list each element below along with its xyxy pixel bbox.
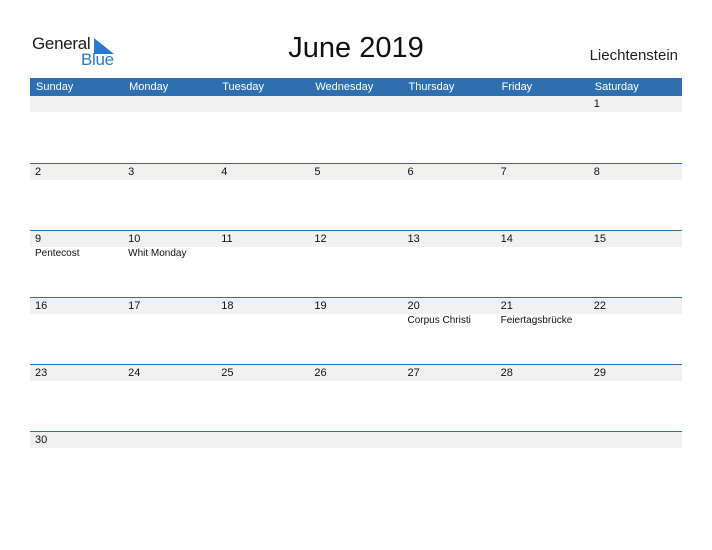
- holiday-label: Whit Monday: [128, 248, 187, 259]
- day-cell: 11: [216, 231, 309, 291]
- day-number: 4: [221, 166, 228, 178]
- day-cell: 3: [123, 164, 216, 224]
- holiday-label: Feiertagsbrücke: [500, 315, 573, 326]
- holiday-label: Corpus Christi: [407, 315, 471, 326]
- day-number: 16: [35, 300, 48, 312]
- day-cell: 14: [496, 231, 589, 291]
- day-cell: 23: [30, 365, 123, 425]
- day-cell: 26: [309, 365, 402, 425]
- day-cell: [496, 432, 589, 492]
- week-row: 23 24 25 26 27 28 29: [30, 364, 682, 432]
- weekday-monday: Monday: [129, 81, 169, 93]
- day-cell: 17: [123, 298, 216, 358]
- day-cell: 15: [589, 231, 682, 291]
- day-cell: 20 Corpus Christi: [403, 298, 496, 358]
- weekday-thursday: Thursday: [408, 81, 455, 93]
- day-cell: 29: [589, 365, 682, 425]
- day-cell: [216, 96, 309, 156]
- week-cells: 23 24 25 26 27 28 29: [30, 365, 682, 425]
- day-number: 9: [35, 233, 42, 245]
- day-cell: 28: [496, 365, 589, 425]
- day-cell: 12: [309, 231, 402, 291]
- week-cells: 2 3 4 5 6 7 8: [30, 164, 682, 224]
- weekday-sunday: Sunday: [36, 81, 74, 93]
- week-cells: 1: [30, 96, 682, 156]
- day-cell: 5: [309, 164, 402, 224]
- holiday-label: Pentecost: [35, 248, 80, 259]
- week-row: 1: [30, 96, 682, 163]
- day-number: 1: [593, 98, 600, 110]
- day-cell: 1: [589, 96, 682, 156]
- day-cell: 25: [216, 365, 309, 425]
- day-cell: [403, 96, 496, 156]
- day-cell: [496, 96, 589, 156]
- day-number: 10: [128, 233, 141, 245]
- day-cell: 4: [216, 164, 309, 224]
- day-number: 23: [35, 367, 48, 379]
- day-number: 25: [221, 367, 234, 379]
- day-cell: 18: [216, 298, 309, 358]
- week-cells: 16 17 18 19 20 Corpus Christi 21 Feiertagsbrück…: [30, 298, 682, 358]
- day-cell: [123, 432, 216, 492]
- day-number: 15: [593, 233, 606, 245]
- day-cell: 24: [123, 365, 216, 425]
- country-label: Liechtenstein: [589, 47, 678, 64]
- day-number: 19: [314, 300, 327, 312]
- day-cell: 30: [30, 432, 123, 492]
- day-number: 24: [128, 367, 141, 379]
- day-number: 22: [593, 300, 606, 312]
- weekday-tuesday: Tuesday: [222, 81, 265, 93]
- day-cell: 10 Whit Monday: [123, 231, 216, 291]
- day-cell: 21 Feiertagsbrücke: [496, 298, 589, 358]
- day-cell: 8: [589, 164, 682, 224]
- day-number: 6: [407, 166, 414, 178]
- day-cell: 13: [403, 231, 496, 291]
- day-number: 17: [128, 300, 141, 312]
- day-number: 20: [407, 300, 420, 312]
- day-number: 5: [314, 166, 321, 178]
- day-cell: 22: [589, 298, 682, 358]
- day-number: 2: [35, 166, 42, 178]
- week-row: 16 17 18 19 20 Corpus Christi 21 Feiertagsbrück…: [30, 297, 682, 365]
- week-cells: 30: [30, 432, 682, 492]
- week-row: 9 Pentecost 10 Whit Monday 11 12 13 14 15: [30, 230, 682, 298]
- day-number: 3: [128, 166, 135, 178]
- day-number: 14: [500, 233, 513, 245]
- day-number: 8: [593, 166, 600, 178]
- day-cell: [30, 96, 123, 156]
- week-cells: 9 Pentecost 10 Whit Monday 11 12 13 14 15: [30, 231, 682, 291]
- day-cell: 19: [309, 298, 402, 358]
- day-cell: [403, 432, 496, 492]
- weekday-friday: Friday: [501, 81, 533, 93]
- day-number: 29: [593, 367, 606, 379]
- day-number: 21: [500, 300, 513, 312]
- day-number: 18: [221, 300, 234, 312]
- day-cell: [216, 432, 309, 492]
- day-cell: [309, 96, 402, 156]
- day-number: 11: [221, 233, 233, 245]
- day-cell: 16: [30, 298, 123, 358]
- day-cell: 6: [403, 164, 496, 224]
- day-number: 27: [407, 367, 420, 379]
- day-cell: [309, 432, 402, 492]
- weekday-saturday: Saturday: [594, 81, 639, 93]
- day-number: 26: [314, 367, 327, 379]
- day-cell: [123, 96, 216, 156]
- day-number: 12: [314, 233, 327, 245]
- day-cell: 27: [403, 365, 496, 425]
- weekday-header: Sunday Monday Tuesday Wednesday Thursday…: [30, 78, 682, 96]
- day-number: 13: [407, 233, 420, 245]
- day-cell: 7: [496, 164, 589, 224]
- day-number: 28: [500, 367, 513, 379]
- day-cell: 2: [30, 164, 123, 224]
- day-number: 7: [500, 166, 507, 178]
- day-number: 30: [35, 434, 48, 446]
- weekday-wednesday: Wednesday: [315, 81, 374, 93]
- week-row: 2 3 4 5 6 7 8: [30, 163, 682, 231]
- day-cell: [589, 432, 682, 492]
- day-cell: 9 Pentecost: [30, 231, 123, 291]
- week-row: 30: [30, 431, 682, 499]
